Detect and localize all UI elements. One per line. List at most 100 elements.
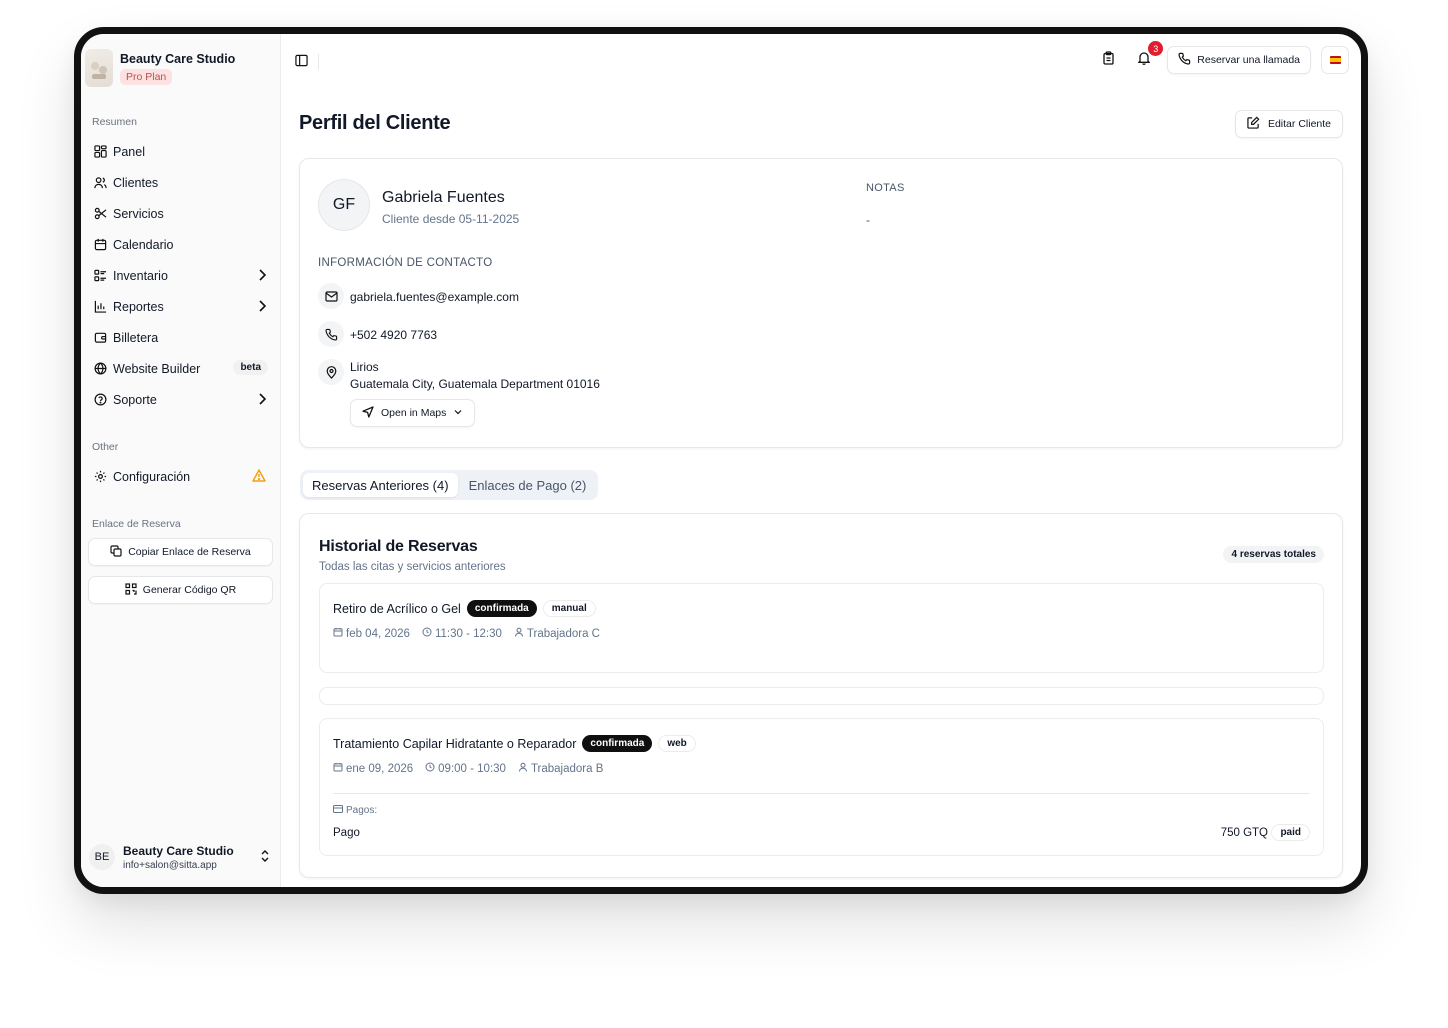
qr-code-icon (125, 582, 137, 598)
address-line-1: Lirios (350, 360, 379, 374)
sidebar-item-label: Website Builder (113, 361, 201, 376)
app-screen: Beauty Care Studio Pro Plan Resumen Pane… (81, 34, 1361, 887)
bar-chart-icon (93, 300, 107, 314)
booking-service: Tratamiento Capilar Hidratante o Reparad… (333, 736, 577, 751)
sidebar-item-soporte[interactable]: Soporte (85, 384, 276, 415)
navigation-icon (362, 405, 374, 421)
tab-payment-links[interactable]: Enlaces de Pago (2) (460, 473, 596, 497)
client-phone: +502 4920 7763 (350, 328, 438, 342)
sidebar-item-servicios[interactable]: Servicios (85, 198, 276, 229)
client-profile-card: GF Gabriela Fuentes Cliente desde 05-11-… (299, 158, 1343, 448)
sidebar-item-inventario[interactable]: Inventario (85, 260, 276, 291)
total-bookings-badge: 4 reservas totales (1223, 546, 1324, 563)
copy-booking-link-label: Copiar Enlace de Reserva (128, 546, 251, 558)
book-call-label: Reservar una llamada (1197, 54, 1300, 66)
edit-client-button[interactable]: Editar Cliente (1234, 110, 1343, 138)
booking-service: Retiro de Acrílico o Gel (333, 601, 461, 616)
wallet-icon (93, 331, 107, 345)
avatar: BE (89, 844, 115, 870)
section-label-other: Other (92, 441, 119, 453)
sidebar-item-label: Soporte (113, 392, 157, 407)
clock-icon (422, 627, 432, 640)
clipboard-button[interactable] (1095, 47, 1121, 73)
notes-label: NOTAS (866, 182, 905, 194)
payment-status-badge: paid (1271, 824, 1310, 841)
calendar-icon (333, 762, 343, 775)
booking-item[interactable]: Retiro de Acrílico o Gel confirmada manu… (319, 583, 1324, 673)
sidebar-item-reportes[interactable]: Reportes (85, 291, 276, 322)
sidebar-item-calendario[interactable]: Calendario (85, 229, 276, 260)
sidebar: Beauty Care Studio Pro Plan Resumen Pane… (81, 34, 281, 887)
sidebar-item-website-builder[interactable]: Website Builder beta (85, 353, 276, 384)
copy-booking-link-button[interactable]: Copiar Enlace de Reserva (88, 538, 273, 566)
address-line-2: Guatemala City, Guatemala Department 010… (350, 377, 600, 391)
booking-history-card: Historial de Reservas Todas las citas y … (299, 513, 1343, 878)
device-frame: Beauty Care Studio Pro Plan Resumen Pane… (74, 27, 1368, 894)
sidebar-item-label: Reportes (113, 299, 164, 314)
page-content: Perfil del Cliente Editar Cliente GF Gab… (299, 90, 1343, 878)
payment-name: Pago (333, 827, 360, 839)
notes-value: - (866, 213, 870, 227)
booking-item[interactable]: Tratamiento Capilar Hidratante o Reparad… (319, 718, 1324, 856)
user-menu[interactable]: BE Beauty Care Studio info+salon@sitta.a… (89, 837, 272, 877)
booking-worker: Trabajadora B (530, 762, 604, 775)
book-call-button[interactable]: Reservar una llamada (1167, 46, 1311, 74)
booking-time: 11:30 - 12:30 (434, 627, 502, 640)
status-badge: confirmada (466, 600, 537, 617)
sidebar-item-clientes[interactable]: Clientes (85, 167, 276, 198)
users-icon (93, 176, 107, 190)
phone-icon (1178, 52, 1191, 68)
booking-date: feb 04, 2026 (346, 627, 410, 640)
calendar-icon (93, 238, 107, 252)
section-label-booking-link: Enlace de Reserva (92, 518, 181, 530)
open-in-maps-button[interactable]: Open in Maps (350, 399, 476, 427)
scissors-icon (93, 207, 107, 221)
sidebar-item-label: Calendario (113, 237, 174, 252)
dashboard-icon (93, 145, 107, 159)
brand[interactable]: Beauty Care Studio Pro Plan (85, 48, 276, 88)
booking-tabs: Reservas Anteriores (4) Enlaces de Pago … (300, 470, 599, 500)
chevron-right-icon (256, 392, 268, 409)
page-title: Perfil del Cliente (299, 112, 451, 134)
sidebar-toggle-icon[interactable] (295, 54, 308, 72)
user-icon (518, 762, 528, 775)
topbar-divider (318, 54, 319, 70)
booking-item-collapsed[interactable] (319, 687, 1324, 705)
page-header: Perfil del Cliente Editar Cliente (299, 90, 1343, 138)
notification-count-badge: 3 (1148, 41, 1164, 56)
topbar: 3 Reservar una llamada (281, 34, 1361, 90)
payments-label-row: Pagos: (333, 805, 377, 816)
history-title: Historial de Reservas (319, 538, 478, 555)
notifications-button[interactable]: 3 (1131, 41, 1164, 73)
chevron-right-icon (256, 268, 268, 285)
payment-amount: 750 GTQ (1220, 827, 1268, 839)
tab-previous-bookings[interactable]: Reservas Anteriores (4) (303, 473, 458, 497)
copy-icon (110, 544, 122, 560)
credit-card-icon (333, 805, 343, 816)
contact-phone-row[interactable]: +502 4920 7763 (318, 321, 437, 347)
beta-badge: beta (233, 360, 268, 375)
section-label-overview: Resumen (92, 116, 137, 128)
brand-logo (85, 49, 113, 87)
booking-title-row: Retiro de Acrílico o Gel confirmada manu… (333, 600, 596, 617)
sidebar-item-billetera[interactable]: Billetera (85, 322, 276, 353)
generate-qr-button[interactable]: Generar Código QR (88, 576, 273, 604)
user-name: Beauty Care Studio (123, 843, 234, 858)
chevron-down-icon (453, 407, 463, 419)
contact-address-row: Lirios Guatemala City, Guatemala Departm… (318, 359, 600, 393)
chevron-right-icon (256, 299, 268, 316)
map-pin-icon (318, 359, 344, 385)
booking-divider (333, 793, 1310, 794)
booking-date: ene 09, 2026 (346, 762, 414, 775)
sidebar-item-panel[interactable]: Panel (85, 136, 276, 167)
language-selector[interactable] (1321, 46, 1349, 74)
phone-icon (318, 321, 344, 347)
contact-email-row[interactable]: gabriela.fuentes@example.com (318, 283, 519, 309)
sidebar-item-configuracion[interactable]: Configuración (85, 461, 276, 492)
open-in-maps-label: Open in Maps (381, 407, 447, 419)
sidebar-item-label: Billetera (113, 330, 159, 345)
booking-title-row: Tratamiento Capilar Hidratante o Reparad… (333, 735, 696, 752)
sidebar-item-label: Configuración (113, 469, 191, 484)
user-icon (514, 627, 524, 640)
help-circle-icon (93, 393, 107, 407)
